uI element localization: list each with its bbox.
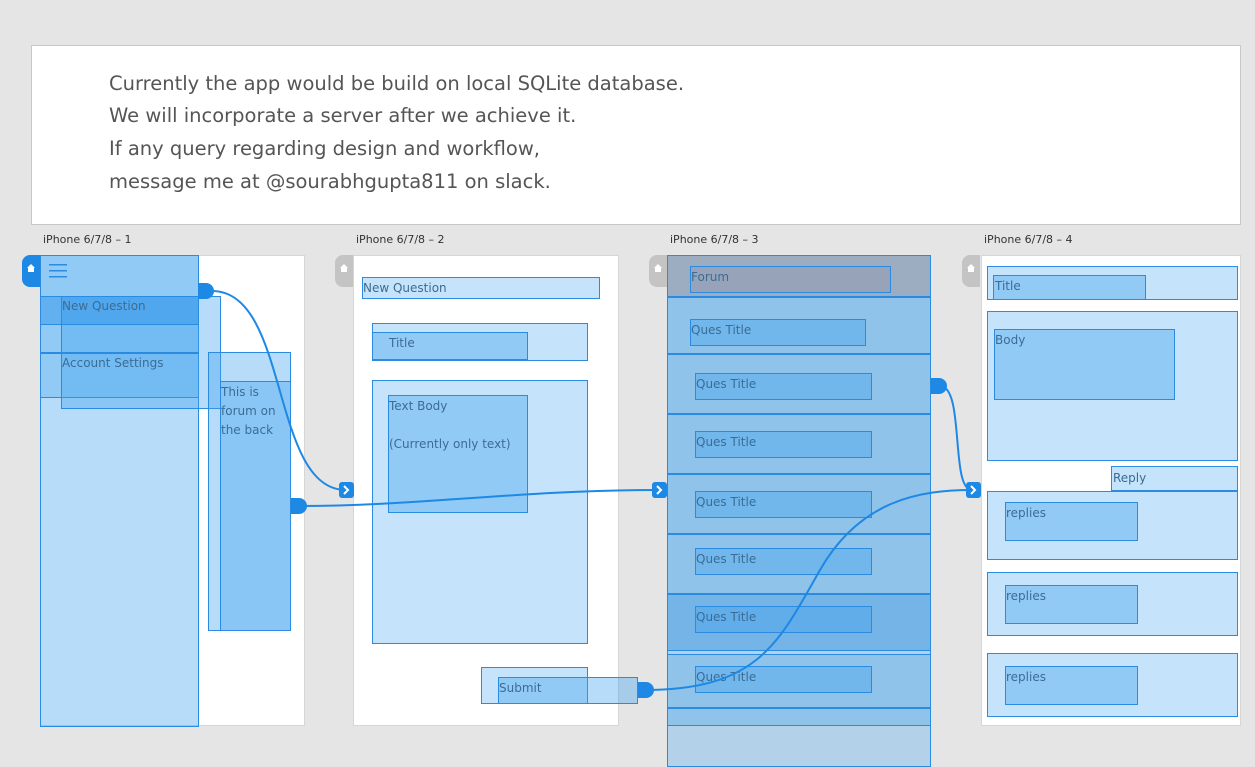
wire-question-to-detail	[939, 385, 973, 491]
wire-target-arrow-icon	[966, 482, 981, 498]
prototype-wires	[198, 283, 981, 698]
wire-target-arrow-icon	[652, 482, 667, 498]
wire-source-handle	[638, 682, 654, 698]
wire-source-handle	[198, 283, 214, 299]
wire-submit-to-detail	[644, 489, 973, 691]
wire-source-handle	[291, 498, 307, 514]
wire-target-arrow-icon	[339, 482, 354, 498]
wire-new-question-to-form	[211, 290, 347, 491]
wire-source-handle	[931, 378, 947, 394]
